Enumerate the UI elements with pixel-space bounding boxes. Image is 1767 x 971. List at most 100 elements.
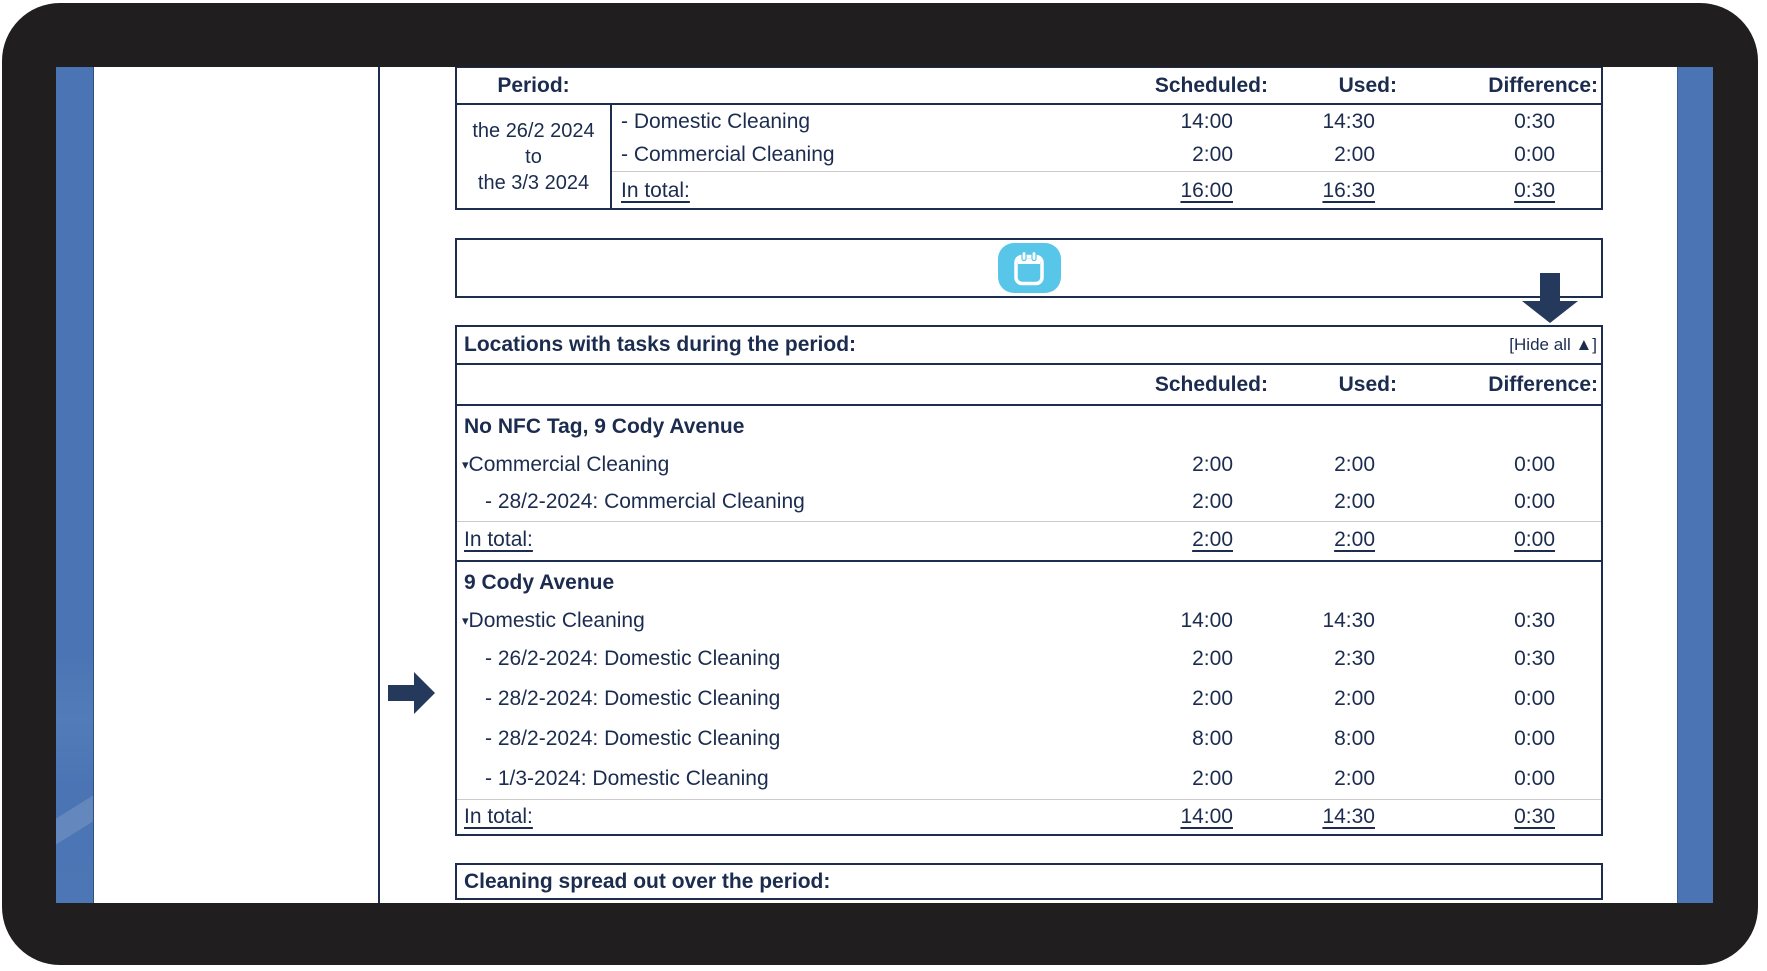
period-table-header-row: Period: Scheduled: Used: Difference: — [457, 68, 1601, 105]
difference-total: 0:30 — [1514, 805, 1555, 828]
used-total: 2:00 — [1334, 528, 1375, 551]
period-summary-table: Period: Scheduled: Used: Difference: the… — [455, 67, 1603, 210]
difference-value: 0:30 — [1514, 110, 1555, 133]
arrow-head — [414, 672, 435, 714]
difference-total: 0:30 — [1514, 178, 1555, 202]
period-column-header: Period: — [497, 74, 570, 97]
difference-value: 0:00 — [1514, 143, 1555, 166]
collapse-icon[interactable]: ▾ — [462, 446, 469, 483]
task-entry-label: - 28/2-2024: Domestic Cleaning — [485, 727, 781, 750]
task-entry-label: - 1/3-2024: Domestic Cleaning — [485, 767, 769, 790]
used-column-header: Used: — [1338, 74, 1397, 97]
arrow-stem — [388, 685, 415, 701]
period-range-cell: the 26/2 2024 to the 3/3 2024 — [457, 105, 612, 208]
used-value: 2:00 — [1334, 687, 1375, 710]
period-table-body: the 26/2 2024 to the 3/3 2024 - Domestic… — [457, 105, 1601, 208]
annotation-arrow-right-icon — [388, 672, 435, 714]
task-group-row: ▾Commercial Cleaning 2:00 2:00 0:00 — [457, 446, 1601, 483]
task-entry-row: - 28/2-2024: Domestic Cleaning 2:00 2:00… — [457, 679, 1601, 719]
task-entry-label: - 26/2-2024: Domestic Cleaning — [485, 647, 781, 670]
calendar-toolbar-box — [455, 238, 1603, 298]
used-value: 2:00 — [1334, 767, 1375, 790]
cleaning-spread-title: Cleaning spread out over the period: — [464, 870, 831, 893]
used-value: 2:00 — [1334, 490, 1375, 513]
task-label: - Commercial Cleaning — [621, 143, 835, 166]
difference-value: 0:00 — [1514, 767, 1555, 790]
difference-total: 0:00 — [1514, 528, 1555, 551]
in-total-label: In total: — [621, 178, 690, 202]
locations-title-row: Locations with tasks during the period: … — [457, 327, 1601, 365]
difference-value: 0:00 — [1514, 490, 1555, 513]
used-value: 8:00 — [1334, 727, 1375, 750]
used-value: 14:30 — [1322, 110, 1375, 133]
in-total-row: In total: 16:00 16:30 0:30 — [612, 171, 1601, 208]
scheduled-total: 16:00 — [1180, 178, 1233, 202]
used-column-header: Used: — [1338, 373, 1397, 396]
annotation-arrow-down-icon — [1522, 273, 1578, 323]
location-name-row: No NFC Tag, 9 Cody Avenue — [464, 415, 745, 438]
location-section: No NFC Tag, 9 Cody Avenue ▾Commercial Cl… — [457, 406, 1601, 562]
scheduled-value: 8:00 — [1192, 727, 1233, 750]
difference-value: 0:30 — [1514, 647, 1555, 670]
difference-value: 0:00 — [1514, 687, 1555, 710]
scheduled-column-header: Scheduled: — [1154, 373, 1268, 396]
locations-columns-header-row: Scheduled: Used: Difference: — [457, 365, 1601, 406]
arrow-stem — [1540, 273, 1560, 302]
scheduled-value: 2:00 — [1192, 143, 1233, 166]
in-total-label: In total: — [464, 805, 533, 828]
difference-value: 0:00 — [1514, 727, 1555, 750]
hide-all-link[interactable]: [Hide all ▲] — [1509, 335, 1601, 355]
screenshot-canvas: Period: Scheduled: Used: Difference: the… — [0, 0, 1767, 971]
task-group-row: ▾Domestic Cleaning 14:00 14:30 0:30 — [457, 602, 1601, 639]
used-value: 2:00 — [1334, 143, 1375, 166]
in-total-label: In total: — [464, 528, 533, 551]
scheduled-total: 2:00 — [1192, 528, 1233, 551]
scheduled-total: 14:00 — [1180, 805, 1233, 828]
calendar-icon — [1014, 250, 1044, 286]
difference-column-header: Difference: — [1488, 373, 1598, 396]
difference-column-header: Difference: — [1488, 74, 1598, 97]
location-name-row: 9 Cody Avenue — [464, 571, 615, 594]
task-entry-row: - 26/2-2024: Domestic Cleaning 2:00 2:30… — [457, 639, 1601, 679]
right-blue-bar — [1677, 67, 1713, 903]
scheduled-value: 14:00 — [1180, 110, 1233, 133]
location-section: 9 Cody Avenue ▾Domestic Cleaning 14:00 1… — [457, 562, 1601, 834]
collapse-icon[interactable]: ▾ — [462, 602, 469, 639]
scheduled-value: 14:00 — [1180, 609, 1233, 632]
location-column-header — [457, 365, 1040, 404]
scheduled-column-header: Scheduled: — [1154, 74, 1268, 97]
scheduled-value: 2:00 — [1192, 767, 1233, 790]
task-group-label: ▾Commercial Cleaning — [457, 446, 1040, 483]
period-table-rows: - Domestic Cleaning 14:00 14:30 0:30 - C… — [612, 105, 1601, 208]
used-value: 14:30 — [1322, 609, 1375, 632]
task-group-label: ▾Domestic Cleaning — [457, 602, 1040, 639]
task-entry-row: - 28/2-2024: Domestic Cleaning 8:00 8:00… — [457, 719, 1601, 759]
table-row: - Domestic Cleaning 14:00 14:30 0:30 — [612, 105, 1601, 138]
page-column-divider — [378, 67, 380, 903]
left-blue-bar — [56, 67, 94, 903]
bar-highlight-streak — [56, 795, 93, 845]
cleaning-spread-box: Cleaning spread out over the period: — [455, 863, 1603, 900]
task-entry-row: - 1/3-2024: Domestic Cleaning 2:00 2:00 … — [457, 759, 1601, 799]
difference-value: 0:30 — [1514, 609, 1555, 632]
task-group-name: Commercial Cleaning — [468, 453, 670, 476]
table-row: - Commercial Cleaning 2:00 2:00 0:00 — [612, 138, 1601, 171]
task-group-name: Domestic Cleaning — [468, 609, 645, 632]
period-range-line: the 26/2 2024 — [472, 119, 595, 142]
used-value: 2:00 — [1334, 453, 1375, 476]
used-value: 2:30 — [1334, 647, 1375, 670]
calendar-button[interactable] — [997, 243, 1061, 293]
scheduled-value: 2:00 — [1192, 453, 1233, 476]
task-column-header — [610, 68, 1040, 103]
arrow-head — [1522, 301, 1578, 323]
locations-table: Locations with tasks during the period: … — [455, 325, 1603, 836]
period-range-line: to — [525, 145, 542, 168]
task-entry-row: - 28/2-2024: Commercial Cleaning 2:00 2:… — [457, 483, 1601, 521]
period-range-line: the 3/3 2024 — [477, 171, 590, 194]
scheduled-value: 2:00 — [1192, 647, 1233, 670]
report-content: Period: Scheduled: Used: Difference: the… — [455, 67, 1603, 903]
used-total: 14:30 — [1322, 805, 1375, 828]
in-total-row: In total: 14:00 14:30 0:30 — [457, 799, 1601, 834]
locations-title: Locations with tasks during the period: — [464, 333, 857, 356]
task-entry-label: - 28/2-2024: Commercial Cleaning — [485, 490, 805, 513]
